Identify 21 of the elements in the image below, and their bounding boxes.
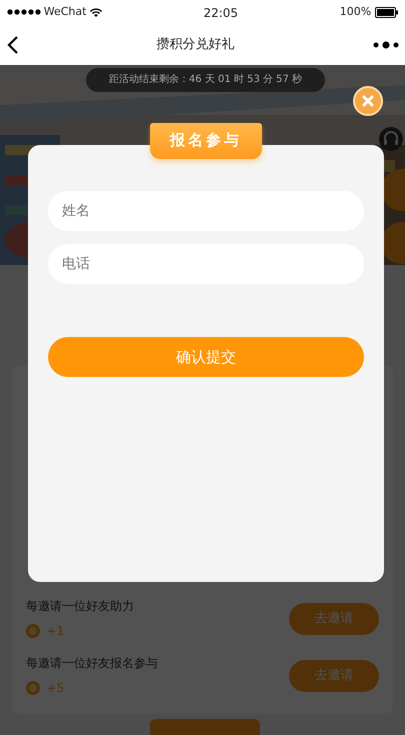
- points-text: +5: [46, 680, 64, 697]
- coin-icon: [26, 624, 40, 638]
- wifi-icon: [90, 8, 102, 17]
- input-field[interactable]: 姓名: [48, 191, 364, 231]
- status-time: 22:05: [203, 6, 238, 20]
- battery-percent: 100%: [340, 4, 372, 20]
- page-title: 攒积分兑好礼: [156, 37, 234, 52]
- invite-button[interactable]: 去邀请: [289, 660, 379, 692]
- more-icon[interactable]: [372, 41, 398, 49]
- points-text: +1: [46, 622, 64, 640]
- modal-title: 报名参与: [150, 123, 262, 159]
- coin-icon: [26, 680, 40, 695]
- invite-button[interactable]: 去邀请: [289, 602, 379, 634]
- carrier-name: WeChat: [44, 4, 86, 20]
- task-title: 每邀请一位好友报名参与: [26, 655, 158, 672]
- task-title: 每邀请一位好友助力: [26, 598, 134, 616]
- input-field[interactable]: 电话: [48, 244, 364, 284]
- battery-icon: [374, 7, 398, 18]
- back-icon[interactable]: [6, 36, 18, 54]
- submit-button[interactable]: 确认提交: [48, 337, 364, 377]
- countdown-text: 距活动结束剩余：46 天 01 时 53 分 57 秒: [86, 68, 325, 92]
